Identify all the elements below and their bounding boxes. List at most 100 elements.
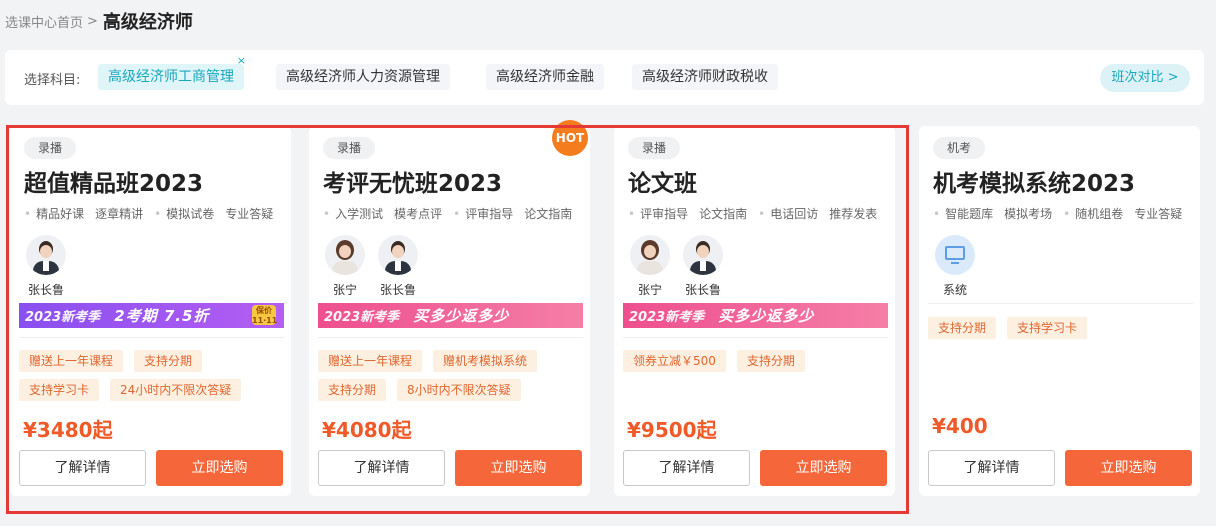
teacher-name: 张长鲁 bbox=[684, 283, 721, 297]
subject-chip-label: 高级经济师财政税收 bbox=[642, 69, 768, 85]
feature-item: 逐章精讲 bbox=[95, 207, 144, 221]
subject-chip-fiscal-tax[interactable]: 高级经济师财政税收 bbox=[632, 64, 778, 90]
tag: 领券立减￥500 bbox=[623, 350, 726, 372]
tag-list: 赠送上一年课程 支持分期 支持学习卡 24小时内不限次答疑 bbox=[19, 350, 287, 408]
course-card: 机考 机考模拟系统2023 智能题库 模拟考场 随机组卷 专业答疑 系统 支持分… bbox=[919, 126, 1200, 496]
price: ¥3480起 bbox=[23, 418, 113, 442]
teacher: 张长鲁 bbox=[372, 235, 424, 298]
promo-banner: 2023新考季 买多少返多少 bbox=[623, 303, 888, 328]
page-title: 高级经济师 bbox=[102, 12, 193, 33]
teacher: 张宁 bbox=[624, 235, 676, 298]
course-title: 考评无忧班2023 bbox=[323, 171, 503, 197]
tag: 赠机考模拟系统 bbox=[433, 350, 538, 372]
tag-list: 领券立减￥500 支持分期 bbox=[623, 350, 891, 379]
teacher: 张长鲁 bbox=[20, 235, 72, 298]
detail-button[interactable]: 了解详情 bbox=[318, 450, 445, 486]
detail-button[interactable]: 了解详情 bbox=[928, 450, 1055, 486]
divider bbox=[623, 337, 888, 338]
price: ¥9500起 bbox=[627, 418, 717, 442]
promo-banner: 2023新考季 买多少返多少 bbox=[318, 303, 583, 328]
feature-list: 精品好课 逐章精讲 模拟试卷 专业答疑 bbox=[24, 205, 284, 222]
feature-item: 入学测试 bbox=[323, 205, 383, 222]
teacher-name: 张宁 bbox=[332, 283, 357, 297]
teacher: 系统 bbox=[929, 235, 981, 298]
teacher-name: 张长鲁 bbox=[27, 283, 64, 297]
course-type-badge: 录播 bbox=[628, 137, 680, 159]
breadcrumb-separator: > bbox=[87, 13, 98, 29]
teacher-list: 系统 bbox=[929, 235, 982, 298]
detail-button[interactable]: 了解详情 bbox=[623, 450, 750, 486]
course-card: 录播 HOT 考评无忧班2023 入学测试 模考点评 评审指导 论文指南 张宁 … bbox=[309, 120, 590, 496]
feature-item: 专业答疑 bbox=[1134, 207, 1183, 221]
divider bbox=[928, 303, 1193, 304]
feature-item: 电话回访 bbox=[758, 205, 818, 222]
feature-list: 智能题库 模拟考场 随机组卷 专业答疑 bbox=[933, 205, 1193, 222]
teacher-list: 张长鲁 bbox=[20, 235, 73, 298]
course-type-badge: 录播 bbox=[24, 137, 76, 159]
tag: 支持分期 bbox=[928, 317, 997, 339]
buy-button[interactable]: 立即选购 bbox=[760, 450, 887, 486]
tag: 24小时内不限次答疑 bbox=[110, 379, 242, 401]
hot-badge: HOT bbox=[552, 120, 588, 156]
feature-item: 论文指南 bbox=[699, 207, 748, 221]
feature-item: 精品好课 bbox=[24, 205, 84, 222]
detail-button[interactable]: 了解详情 bbox=[19, 450, 146, 486]
breadcrumb-home-link[interactable]: 选课中心首页 bbox=[5, 12, 83, 31]
feature-item: 评审指导 bbox=[628, 205, 688, 222]
avatar bbox=[378, 235, 418, 275]
subject-chip-business-management[interactable]: 高级经济师工商管理 × bbox=[98, 54, 246, 90]
feature-item: 论文指南 bbox=[524, 207, 573, 221]
course-card: 录播 论文班 评审指导 论文指南 电话回访 推荐发表 张宁 张长鲁 2023新考… bbox=[614, 126, 895, 496]
tag-list: 支持分期 支持学习卡 bbox=[928, 317, 1196, 346]
teacher: 张宁 bbox=[319, 235, 371, 298]
course-title: 机考模拟系统2023 bbox=[933, 171, 1136, 197]
course-title: 论文班 bbox=[628, 171, 697, 197]
tag-list: 赠送上一年课程 赠机考模拟系统 支持分期 8小时内不限次答疑 bbox=[318, 350, 586, 408]
tag: 赠送上一年课程 bbox=[19, 350, 124, 372]
tag: 赠送上一年课程 bbox=[318, 350, 423, 372]
banner-main-text: 买多少返多少 bbox=[413, 307, 510, 325]
subject-chip-finance[interactable]: 高级经济师金融 bbox=[486, 64, 604, 90]
subject-chip-label: 高级经济师金融 bbox=[496, 69, 594, 85]
feature-item: 推荐发表 bbox=[829, 207, 878, 221]
course-title: 超值精品班2023 bbox=[24, 171, 204, 197]
tag: 8小时内不限次答疑 bbox=[397, 379, 521, 401]
course-type-badge: 录播 bbox=[323, 137, 375, 159]
compare-classes-button[interactable]: 班次对比 > bbox=[1100, 64, 1190, 92]
banner-main-text: 2考期 7.5折 bbox=[114, 307, 210, 325]
banner-main-text: 买多少返多少 bbox=[718, 307, 815, 325]
price: ¥400 bbox=[932, 414, 988, 438]
divider bbox=[318, 337, 583, 338]
course-card: 录播 超值精品班2023 精品好课 逐章精讲 模拟试卷 专业答疑 张长鲁 202… bbox=[10, 126, 291, 496]
feature-item: 评审指导 bbox=[453, 205, 513, 222]
price: ¥4080起 bbox=[322, 418, 412, 442]
subject-chip-human-resources[interactable]: 高级经济师人力资源管理 bbox=[276, 64, 450, 90]
avatar bbox=[630, 235, 670, 275]
teacher: 张长鲁 bbox=[677, 235, 729, 298]
feature-item: 模拟考场 bbox=[1004, 207, 1053, 221]
buy-button[interactable]: 立即选购 bbox=[156, 450, 283, 486]
feature-item: 随机组卷 bbox=[1063, 205, 1123, 222]
tag: 支持分期 bbox=[134, 350, 203, 372]
banner-tag: 2023新考季 bbox=[629, 310, 705, 325]
buy-button[interactable]: 立即选购 bbox=[1065, 450, 1192, 486]
buy-button[interactable]: 立即选购 bbox=[455, 450, 582, 486]
teacher-list: 张宁 张长鲁 bbox=[624, 235, 730, 298]
avatar bbox=[683, 235, 723, 275]
subject-chip-label: 高级经济师人力资源管理 bbox=[286, 69, 440, 85]
tag: 支持学习卡 bbox=[1007, 317, 1088, 339]
teacher-list: 张宁 张长鲁 bbox=[319, 235, 425, 298]
close-icon[interactable]: × bbox=[237, 54, 246, 68]
teacher-name: 系统 bbox=[942, 283, 967, 297]
banner-tag: 2023新考季 bbox=[324, 310, 400, 325]
tag: 支持学习卡 bbox=[19, 379, 100, 401]
feature-item: 专业答疑 bbox=[225, 207, 274, 221]
price-protect-seal: 保价 11·11 bbox=[252, 305, 278, 325]
feature-item: 模拟试卷 bbox=[154, 205, 214, 222]
monitor-icon bbox=[935, 235, 975, 275]
avatar bbox=[325, 235, 365, 275]
breadcrumb: 选课中心首页 > 高级经济师 bbox=[5, 9, 193, 33]
subject-selector-bar: 选择科目: 高级经济师工商管理 × 高级经济师人力资源管理 高级经济师金融 高级… bbox=[5, 50, 1204, 105]
subject-label: 选择科目: bbox=[24, 73, 81, 88]
course-type-badge: 机考 bbox=[933, 137, 985, 159]
